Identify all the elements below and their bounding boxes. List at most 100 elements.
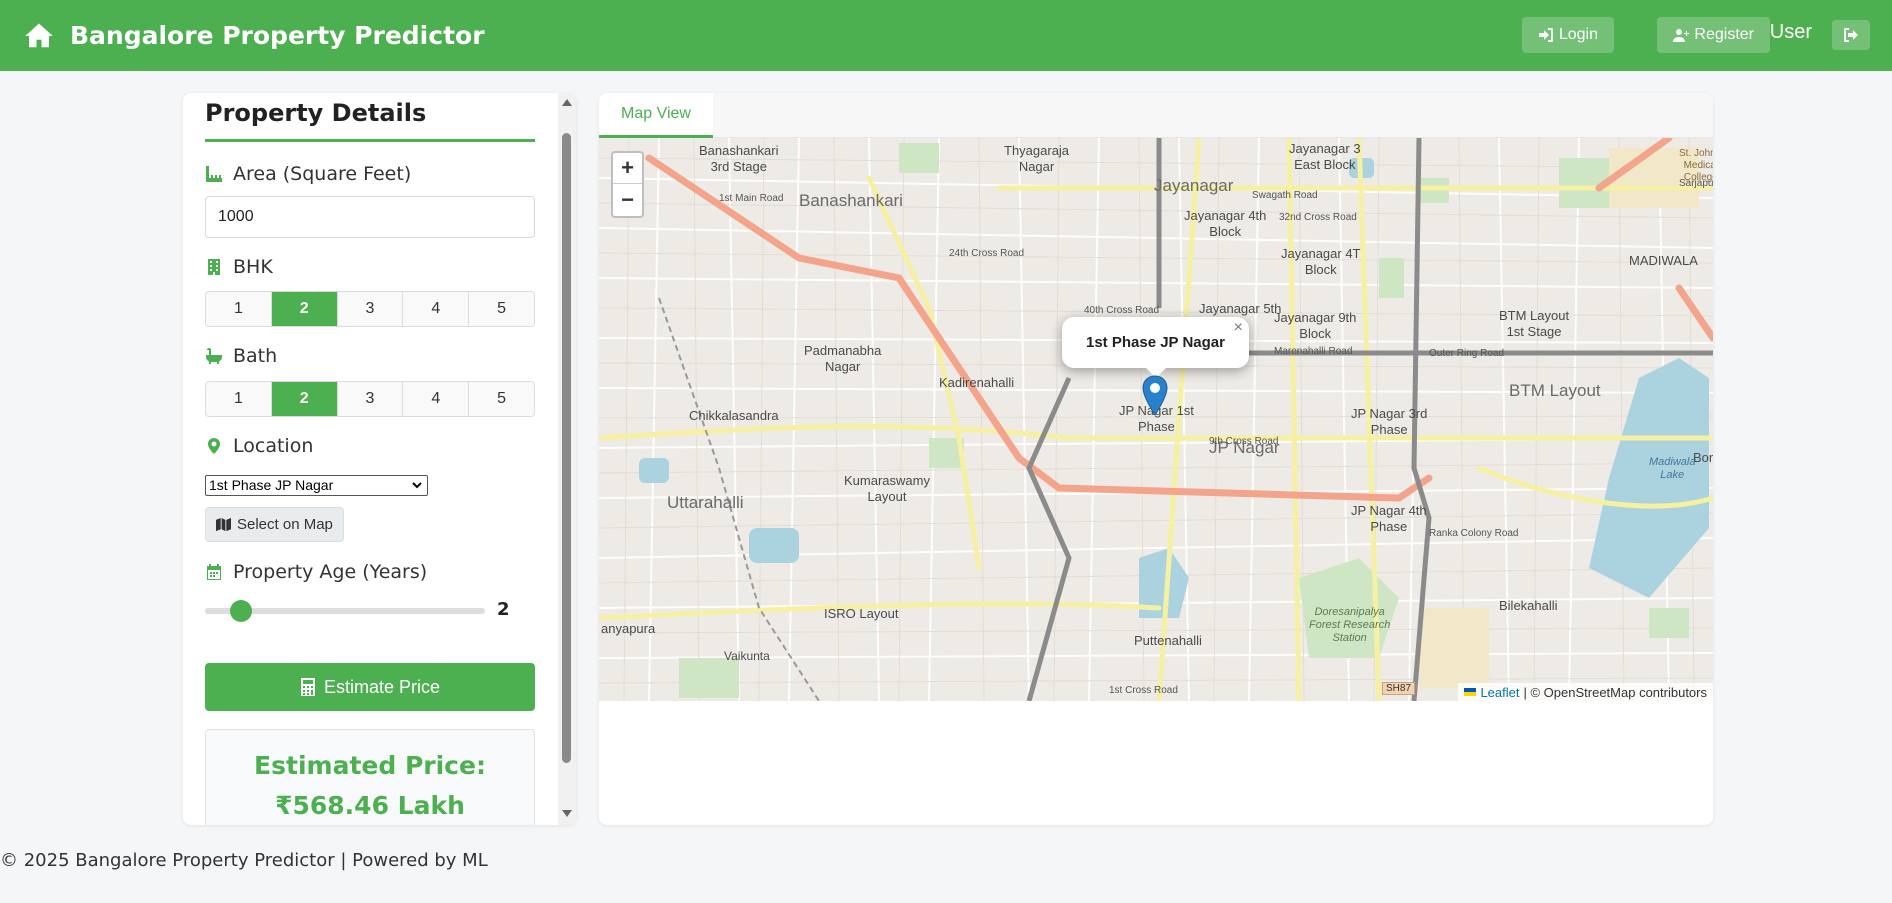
bhk-selector: 1 2 3 4 5 bbox=[205, 291, 535, 327]
bhk-option-2[interactable]: 2 bbox=[271, 292, 338, 326]
building-icon bbox=[208, 259, 220, 275]
place-label: Jayanagar 3 East Block bbox=[1289, 141, 1361, 172]
place-label: Banashankari bbox=[799, 191, 903, 210]
register-button[interactable]: Register bbox=[1657, 17, 1770, 53]
area-input[interactable]: 1000 bbox=[205, 196, 535, 238]
bath-label: Bath bbox=[205, 345, 277, 367]
map-marker-icon bbox=[208, 438, 220, 454]
road-label: Swagath Road bbox=[1252, 190, 1318, 201]
road-label: Ranka Colony Road bbox=[1429, 528, 1519, 539]
bath-label-text: Bath bbox=[233, 345, 278, 367]
road-label: 32nd Cross Road bbox=[1279, 212, 1357, 223]
select-on-map-button[interactable]: Select on Map bbox=[205, 507, 344, 542]
area-label: Area (Square Feet) bbox=[205, 163, 411, 185]
leaflet-link[interactable]: Leaflet bbox=[1480, 685, 1519, 700]
location-popup: 1st Phase JP Nagar × bbox=[1062, 317, 1249, 368]
place-label: MADIWALA bbox=[1629, 253, 1698, 268]
place-label: Jayanagar 5th bbox=[1199, 301, 1282, 316]
place-label: JP Nagar 4th Phase bbox=[1351, 503, 1427, 534]
place-label: Jayanagar 4th Block bbox=[1184, 208, 1267, 239]
calculator-icon bbox=[300, 678, 315, 696]
calendar-icon bbox=[207, 564, 221, 580]
place-label: BTM Layout 1st Stage bbox=[1499, 308, 1570, 339]
result-price: ₹568.46 Lakh bbox=[275, 791, 465, 820]
place-label: Jayanagar bbox=[1154, 176, 1234, 195]
place-label: Banashankari 3rd Stage bbox=[699, 143, 779, 174]
road-label: Sarjapura Road bbox=[1679, 178, 1713, 189]
age-slider-thumb[interactable] bbox=[230, 600, 253, 622]
road-label: Marenahalli Road bbox=[1274, 346, 1353, 357]
place-label: Kadirenahalli bbox=[939, 375, 1015, 390]
brand[interactable]: Bangalore Property Predictor bbox=[24, 21, 485, 51]
road-label: 24th Cross Road bbox=[949, 248, 1025, 259]
app-title: Bangalore Property Predictor bbox=[70, 21, 485, 50]
bhk-option-3[interactable]: 3 bbox=[337, 292, 404, 326]
ruler-icon bbox=[206, 166, 222, 182]
map-icon bbox=[216, 517, 231, 532]
place-label: anyapura bbox=[601, 621, 656, 636]
bhk-option-1[interactable]: 1 bbox=[206, 292, 272, 326]
location-label-text: Location bbox=[233, 435, 314, 457]
login-label: Login bbox=[1558, 26, 1598, 43]
place-label: BTM Layout bbox=[1509, 381, 1601, 400]
bath-option-2[interactable]: 2 bbox=[271, 382, 338, 416]
popup-close-button[interactable]: × bbox=[1234, 319, 1243, 337]
bath-option-5[interactable]: 5 bbox=[469, 382, 534, 416]
login-button[interactable]: Login bbox=[1521, 17, 1614, 53]
bhk-label: BHK bbox=[205, 256, 273, 278]
map-tabbar: Map View bbox=[599, 93, 1713, 138]
ukraine-flag-icon bbox=[1464, 688, 1477, 696]
location-select-value: 1st Phase JP Nagar bbox=[209, 477, 334, 493]
zoom-control: + − bbox=[611, 151, 644, 218]
place-label: Padmanabha Nagar bbox=[804, 343, 882, 374]
sign-out-icon bbox=[1844, 28, 1858, 42]
panel-scrollbar[interactable] bbox=[558, 93, 576, 825]
footer-text: © 2025 Bangalore Property Predictor | Po… bbox=[0, 850, 488, 871]
estimate-price-label: Estimate Price bbox=[323, 676, 441, 697]
bath-option-1[interactable]: 1 bbox=[206, 382, 272, 416]
logout-button[interactable] bbox=[1832, 20, 1870, 50]
place-label: Doresanipalya Forest Research Station bbox=[1309, 606, 1391, 644]
road-label: 1st Main Road bbox=[719, 193, 784, 204]
location-select[interactable]: 1st Phase JP Nagar bbox=[205, 475, 428, 496]
place-label: Vaikunta bbox=[724, 649, 770, 663]
bath-option-3[interactable]: 3 bbox=[337, 382, 404, 416]
bhk-option-4[interactable]: 4 bbox=[403, 292, 470, 326]
map-card: Map View Banashankari 3rd Stage Banashan… bbox=[599, 93, 1713, 825]
location-label: Location bbox=[205, 435, 313, 457]
scroll-up-arrow-icon[interactable] bbox=[561, 98, 573, 107]
bath-option-4[interactable]: 4 bbox=[403, 382, 470, 416]
tab-map-view[interactable]: Map View bbox=[599, 93, 713, 138]
scroll-thumb[interactable] bbox=[562, 133, 571, 763]
place-label: Jayanagar 4T Block bbox=[1281, 246, 1361, 277]
road-label: 1st Cross Road bbox=[1109, 685, 1178, 696]
title-divider bbox=[205, 139, 535, 142]
age-value: 2 bbox=[497, 599, 510, 620]
bhk-option-5[interactable]: 5 bbox=[469, 292, 534, 326]
panel-title: Property Details bbox=[205, 99, 427, 127]
zoom-in-button[interactable]: + bbox=[613, 153, 642, 184]
map-marker-pin-icon[interactable] bbox=[1142, 375, 1168, 417]
age-label-text: Property Age (Years) bbox=[233, 561, 428, 583]
place-label: Chikkalasandra bbox=[689, 408, 779, 423]
zoom-out-button[interactable]: − bbox=[613, 184, 642, 215]
map-attribution: Leaflet | © OpenStreetMap contributors bbox=[1458, 683, 1713, 701]
road-label: 40th Cross Road bbox=[1084, 305, 1160, 316]
top-navbar: Bangalore Property Predictor Login Regis… bbox=[0, 0, 1892, 71]
map-canvas[interactable]: Banashankari 3rd Stage Banashankari Thyag… bbox=[599, 138, 1713, 701]
place-label: Thyagaraja Nagar bbox=[1004, 143, 1070, 174]
popup-text: 1st Phase JP Nagar bbox=[1086, 334, 1225, 351]
sign-in-icon bbox=[1538, 28, 1553, 42]
estimate-price-button[interactable]: Estimate Price bbox=[205, 663, 535, 711]
select-on-map-label: Select on Map bbox=[237, 516, 333, 533]
property-details-panel: Property Details Area (Square Feet) 1000… bbox=[183, 93, 576, 825]
result-heading: Estimated Price: bbox=[254, 751, 486, 780]
chevron-down-icon bbox=[412, 482, 422, 489]
place-label: Uttarahalli bbox=[667, 493, 744, 512]
age-slider[interactable] bbox=[205, 600, 485, 622]
road-label: 9th Cross Road bbox=[1209, 436, 1279, 447]
scroll-down-arrow-icon[interactable] bbox=[561, 809, 573, 818]
bath-icon bbox=[206, 348, 222, 364]
place-label: Puttenahalli bbox=[1134, 633, 1202, 648]
bath-selector: 1 2 3 4 5 bbox=[205, 381, 535, 417]
